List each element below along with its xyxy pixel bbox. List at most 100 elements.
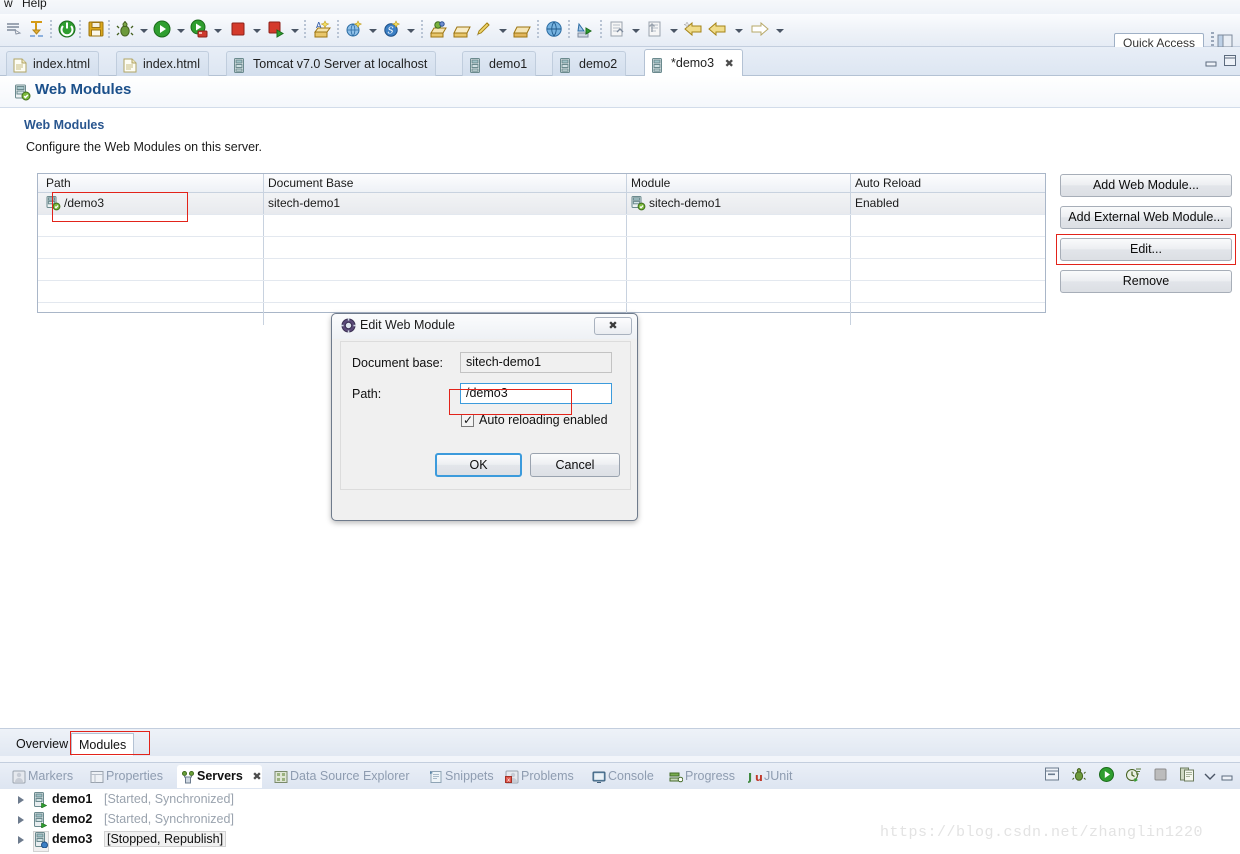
back-history-icon[interactable] [683, 19, 705, 42]
stop-server-icon[interactable] [1152, 766, 1169, 786]
toolbar-separator [568, 20, 570, 40]
table-row[interactable] [38, 281, 1045, 303]
open-folder-icon[interactable] [512, 19, 532, 42]
open-resource-icon[interactable] [452, 19, 472, 42]
tab-console[interactable]: Console [588, 765, 654, 788]
new-web-project-dropdown-arrow[interactable] [369, 29, 377, 33]
forward-arrow-icon[interactable] [748, 19, 770, 42]
save-icon[interactable] [86, 19, 106, 42]
maximize-icon[interactable] [1224, 55, 1236, 66]
web-modules-table[interactable]: Path Document Base Module Auto Reload /d… [37, 173, 1046, 325]
close-icon[interactable]: ✖ [252, 770, 261, 783]
minimize-icon[interactable] [1221, 771, 1234, 785]
forward-dropdown-arrow[interactable] [776, 29, 784, 33]
run-icon[interactable] [152, 19, 172, 42]
edit-icon[interactable] [474, 19, 494, 42]
publish-icon[interactable] [1179, 766, 1196, 786]
menu-item-window[interactable]: w [4, 0, 13, 10]
profile-server-icon[interactable] [1125, 766, 1142, 786]
dialog-title-bar[interactable]: Edit Web Module ✖ [332, 314, 637, 339]
terminate-dropdown-arrow[interactable] [253, 29, 261, 33]
column-divider[interactable] [850, 174, 851, 192]
path-input[interactable]: /demo3 [460, 383, 612, 404]
start-server-icon[interactable] [1098, 766, 1115, 786]
editor-tab-demo1[interactable]: demo1 [462, 51, 537, 76]
debug-server-icon[interactable] [1071, 766, 1088, 786]
tab-progress[interactable]: Progress [665, 765, 735, 788]
power-toggle-icon[interactable] [57, 19, 77, 42]
history-dropdown-arrow[interactable] [735, 29, 743, 33]
list-item[interactable]: demo1 [Started, Synchronized] [0, 791, 1240, 810]
table-row[interactable] [38, 259, 1045, 281]
menu-item-help[interactable]: Help [22, 0, 47, 10]
new-spring-dropdown-arrow[interactable] [407, 29, 415, 33]
web-module-icon [14, 84, 31, 104]
edit-dropdown-arrow[interactable] [499, 29, 507, 33]
run-dropdown-arrow[interactable] [177, 29, 185, 33]
debug-icon[interactable] [115, 19, 135, 42]
column-header-document-base[interactable]: Document Base [268, 176, 353, 190]
next-annotation-dropdown-arrow[interactable] [632, 29, 640, 33]
tab-data-source-explorer[interactable]: Data Source Explorer [270, 765, 410, 788]
previous-annotation-icon[interactable] [645, 19, 665, 42]
tab-markers[interactable]: Markers [8, 765, 73, 788]
table-row[interactable]: /demo3 sitech-demo1 sitech-demo1 Enabled [38, 193, 1045, 215]
tab-servers[interactable]: Servers ✖ [177, 765, 262, 788]
run-last-tool-icon[interactable] [266, 19, 286, 42]
column-divider [850, 303, 851, 325]
section-title: Web Modules [24, 118, 105, 132]
view-menu-icon[interactable] [1204, 770, 1216, 784]
editor-tab-index-html-2[interactable]: index.html [116, 51, 209, 76]
remove-button[interactable]: Remove [1060, 270, 1232, 293]
column-header-module[interactable]: Module [631, 176, 670, 190]
table-row[interactable] [38, 215, 1045, 237]
table-row[interactable] [38, 237, 1045, 259]
chevron-right-icon[interactable] [18, 836, 24, 844]
tab-problems[interactable]: x Problems [501, 765, 574, 788]
minimize-icon[interactable] [1205, 56, 1218, 67]
new-server-icon[interactable] [1044, 766, 1061, 786]
tab-properties[interactable]: Properties [86, 765, 163, 788]
new-java-package-icon[interactable] [27, 19, 47, 42]
markers-icon [12, 769, 26, 791]
forward-history-icon[interactable] [707, 19, 729, 42]
editor-tab-demo2[interactable]: demo2 [552, 51, 627, 76]
new-java-project-icon[interactable]: A [312, 19, 332, 42]
column-header-path[interactable]: Path [46, 176, 71, 190]
tab-snippets[interactable]: Snippets [425, 765, 494, 788]
run-server-dropdown-arrow[interactable] [214, 29, 222, 33]
new-wizard-icon[interactable] [4, 19, 24, 42]
previous-annotation-dropdown-arrow[interactable] [670, 29, 678, 33]
open-browser-icon[interactable] [544, 19, 564, 42]
cancel-button[interactable]: Cancel [530, 453, 620, 477]
tab-overview[interactable]: Overview [9, 733, 75, 756]
next-annotation-icon[interactable] [607, 19, 627, 42]
editor-tab-tomcat-server[interactable]: Tomcat v7.0 Server at localhost [226, 51, 437, 76]
chevron-right-icon[interactable] [18, 796, 24, 804]
servers-tree[interactable]: demo1 [Started, Synchronized] demo2 [Sta… [0, 789, 1240, 854]
ok-button[interactable]: OK [435, 453, 522, 477]
tab-modules[interactable]: Modules [71, 733, 135, 756]
close-icon[interactable]: ✖ [725, 50, 734, 77]
run-server-icon[interactable] [189, 19, 209, 42]
run-external-tool-icon[interactable] [575, 19, 595, 42]
close-icon[interactable]: ✖ [594, 317, 632, 335]
terminate-icon[interactable] [228, 19, 248, 42]
edit-button[interactable]: Edit... [1060, 238, 1232, 261]
new-web-project-icon[interactable] [344, 19, 364, 42]
add-web-module-button[interactable]: Add Web Module... [1060, 174, 1232, 197]
editor-tab-demo3[interactable]: *demo3 ✖ [644, 49, 743, 77]
chevron-right-icon[interactable] [18, 816, 24, 824]
column-header-auto-reload[interactable]: Auto Reload [855, 176, 921, 190]
column-divider[interactable] [626, 174, 627, 192]
editor-tab-index-html-1[interactable]: index.html [6, 51, 99, 76]
column-divider [850, 281, 851, 302]
add-external-web-module-button[interactable]: Add External Web Module... [1060, 206, 1232, 229]
new-spring-icon[interactable]: S [382, 19, 402, 42]
auto-reloading-checkbox[interactable]: ✓ [461, 414, 474, 427]
column-divider[interactable] [263, 174, 264, 192]
open-type-icon[interactable] [429, 19, 449, 42]
debug-dropdown-arrow[interactable] [140, 29, 148, 33]
run-last-tool-dropdown-arrow[interactable] [291, 29, 299, 33]
tab-junit[interactable]: Ju JUnit [744, 765, 792, 788]
